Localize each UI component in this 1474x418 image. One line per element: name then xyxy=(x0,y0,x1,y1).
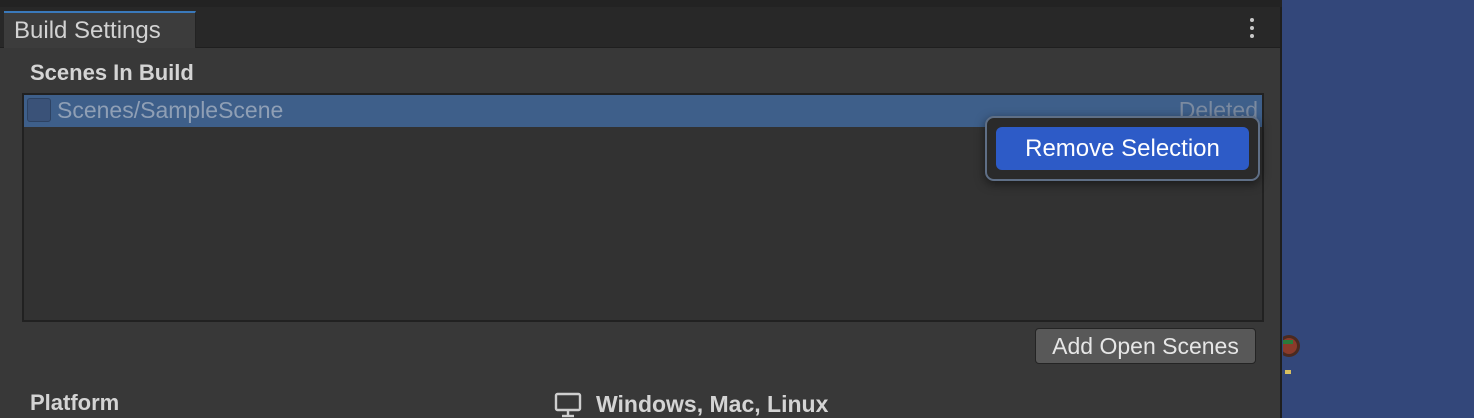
tab-build-settings[interactable]: Build Settings xyxy=(4,11,196,48)
background-sprite-icon xyxy=(1283,335,1300,374)
build-settings-window: Build Settings Scenes In Build Scenes/Sa… xyxy=(0,0,1282,418)
scenes-in-build-title: Scenes In Build xyxy=(30,60,194,85)
remove-selection-menu-item[interactable]: Remove Selection xyxy=(996,127,1249,170)
platform-selected-name[interactable]: Windows, Mac, Linux xyxy=(596,391,828,418)
scene-include-checkbox[interactable] xyxy=(27,98,51,122)
add-open-scenes-button[interactable]: Add Open Scenes xyxy=(1035,328,1256,364)
context-menu: Remove Selection xyxy=(985,116,1260,181)
monitor-icon xyxy=(554,392,582,418)
platform-label: Platform xyxy=(30,390,120,415)
window-top-strip xyxy=(0,0,1282,7)
scene-name: Scenes/SampleScene xyxy=(57,97,284,123)
more-options-icon[interactable] xyxy=(1243,15,1261,41)
tab-bar: Build Settings xyxy=(0,7,1280,48)
